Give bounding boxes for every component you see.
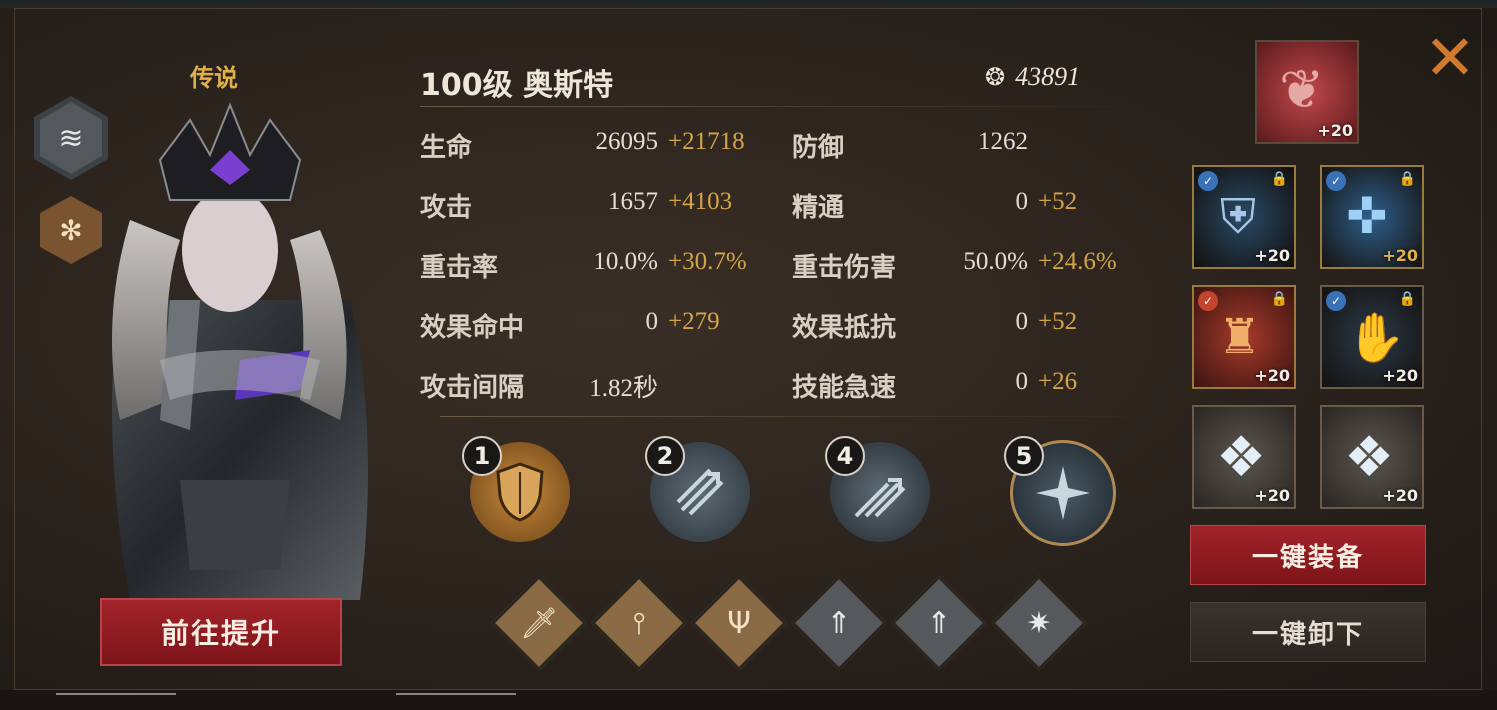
enhance-level: +20 <box>1317 121 1353 140</box>
equip-slot-weapon[interactable]: ✓ 🔒 ✜ +20 <box>1320 165 1424 269</box>
stat-bonus: +52 <box>1038 308 1078 335</box>
bottom-border <box>0 690 1497 710</box>
lock-icon[interactable]: 🔒 <box>1399 291 1416 307</box>
enhance-level: +20 <box>1254 246 1290 265</box>
power-icon: ❂ <box>985 63 1006 91</box>
blue-gauntlet-icon: ✋ <box>1346 310 1406 366</box>
equip-slot-helmet[interactable]: ✓ 🔒 ⛨ +20 <box>1192 165 1296 269</box>
stat-label: 攻击间隔 <box>420 373 525 403</box>
cropped-text-fragment <box>396 693 516 707</box>
stat-bonus: +21718 <box>668 128 745 155</box>
combat-power: ❂ 43891 <box>985 62 1080 92</box>
stat-base: 0 <box>1015 368 1029 395</box>
hero-detail-panel: 传说 ≋ ✻ 前往提升 100级 奥斯特 ❂ 43891 生命 26095 +2… <box>0 0 1497 710</box>
stat-label: 效果命中 <box>420 313 525 343</box>
divider <box>440 416 1160 417</box>
stat-base: 10.0% <box>593 248 658 275</box>
unequip-all-button[interactable]: 一键卸下 <box>1190 602 1426 662</box>
skill-slot-number: 4 <box>825 436 865 476</box>
tridents-icon: Ψ <box>727 605 751 641</box>
crystal-icon: ❖ <box>1216 425 1267 490</box>
lock-icon[interactable]: 🔒 <box>1399 171 1416 187</box>
stat-label: 精通 <box>792 193 845 223</box>
rune-slot-1[interactable]: 🗡 <box>490 574 588 672</box>
equip-slot-crystal-2[interactable]: ❖ +20 <box>1320 405 1424 509</box>
set-badge-icon: ✓ <box>1198 171 1218 191</box>
equip-slot-amulet[interactable]: ❦ +20 <box>1255 40 1359 144</box>
top-border <box>0 0 1497 8</box>
enhance-level: +20 <box>1254 366 1290 385</box>
stat-bonus: +279 <box>668 308 720 335</box>
stat-label: 技能急速 <box>792 373 897 403</box>
rune-slot-3[interactable]: Ψ <box>690 574 788 672</box>
stat-label: 重击率 <box>420 253 499 283</box>
lock-icon[interactable]: 🔒 <box>1271 171 1288 187</box>
sword-icon: 🗡 <box>519 605 559 641</box>
enhance-level: +20 <box>1382 486 1418 505</box>
crystal-icon: ❖ <box>1344 425 1395 490</box>
skill-slot-number: 2 <box>645 436 685 476</box>
rune-slot-4[interactable]: ⇑ <box>790 574 888 672</box>
stat-bonus: +52 <box>1038 188 1078 215</box>
up-arrow-ripple-icon: ⇑ <box>926 605 952 641</box>
stat-base: 0 <box>645 308 659 335</box>
stat-label: 攻击 <box>420 193 473 223</box>
divider <box>420 106 1150 107</box>
set-badge-icon: ✓ <box>1198 291 1218 311</box>
stat-base: 50.0% <box>963 248 1028 275</box>
stat-bonus: +30.7% <box>668 248 747 275</box>
equip-all-button[interactable]: 一键装备 <box>1190 525 1426 585</box>
rarity-label: 传说 <box>190 64 238 92</box>
skill-slot-number: 5 <box>1004 436 1044 476</box>
set-badge-icon: ✓ <box>1326 171 1346 191</box>
stat-label: 重击伤害 <box>792 253 897 283</box>
stat-base: 1657 <box>608 188 658 215</box>
stat-base: 1262 <box>978 128 1028 155</box>
up-arrow-ripple-icon: ⇑ <box>826 605 852 641</box>
lock-icon[interactable]: 🔒 <box>1271 291 1288 307</box>
enhance-level: +20 <box>1382 246 1418 265</box>
enhance-level: +20 <box>1382 366 1418 385</box>
hero-level-name: 100级 奥斯特 <box>420 68 614 103</box>
stat-base: 26095 <box>595 128 659 155</box>
cropped-text-fragment <box>56 693 176 707</box>
equip-slot-armor[interactable]: ✓ 🔒 ♜ +20 <box>1192 285 1296 389</box>
hero-portrait <box>112 102 368 600</box>
set-badge-icon: ✓ <box>1326 291 1346 311</box>
equip-slot-gloves[interactable]: ✓ 🔒 ✋ +20 <box>1320 285 1424 389</box>
stat-base: 0 <box>1015 188 1029 215</box>
power-value: 43891 <box>1015 62 1081 91</box>
dark-helmet-icon: ⛨ <box>1220 189 1257 245</box>
enhance-level: +20 <box>1254 486 1290 505</box>
sword-ground-icon: ⫯ <box>632 605 646 641</box>
shield-icon <box>496 462 544 522</box>
stat-bonus: +24.6% <box>1038 248 1117 275</box>
rune-slot-5[interactable]: ⇑ <box>890 574 988 672</box>
red-armor-icon: ♜ <box>1218 309 1262 365</box>
stat-bonus: +4103 <box>668 188 733 215</box>
red-amulet-icon: ❦ <box>1279 58 1325 121</box>
blue-crossbow-icon: ✜ <box>1346 187 1388 245</box>
skill-slot-number: 1 <box>462 436 502 476</box>
stat-base: 1.82秒 <box>589 375 658 402</box>
stat-base: 0 <box>1015 308 1029 335</box>
equip-slot-crystal-1[interactable]: ❖ +20 <box>1192 405 1296 509</box>
spikes-icon: ✷ <box>1026 605 1052 641</box>
stat-label: 防御 <box>792 133 845 163</box>
upgrade-button[interactable]: 前往提升 <box>100 598 342 666</box>
rune-slot-2[interactable]: ⫯ <box>590 574 688 672</box>
stat-label: 生命 <box>420 133 473 163</box>
stat-bonus: +26 <box>1038 368 1078 395</box>
stat-label: 效果抵抗 <box>792 313 897 343</box>
close-icon[interactable]: ✕ <box>1418 27 1482 92</box>
rune-slot-6[interactable]: ✷ <box>990 574 1088 672</box>
